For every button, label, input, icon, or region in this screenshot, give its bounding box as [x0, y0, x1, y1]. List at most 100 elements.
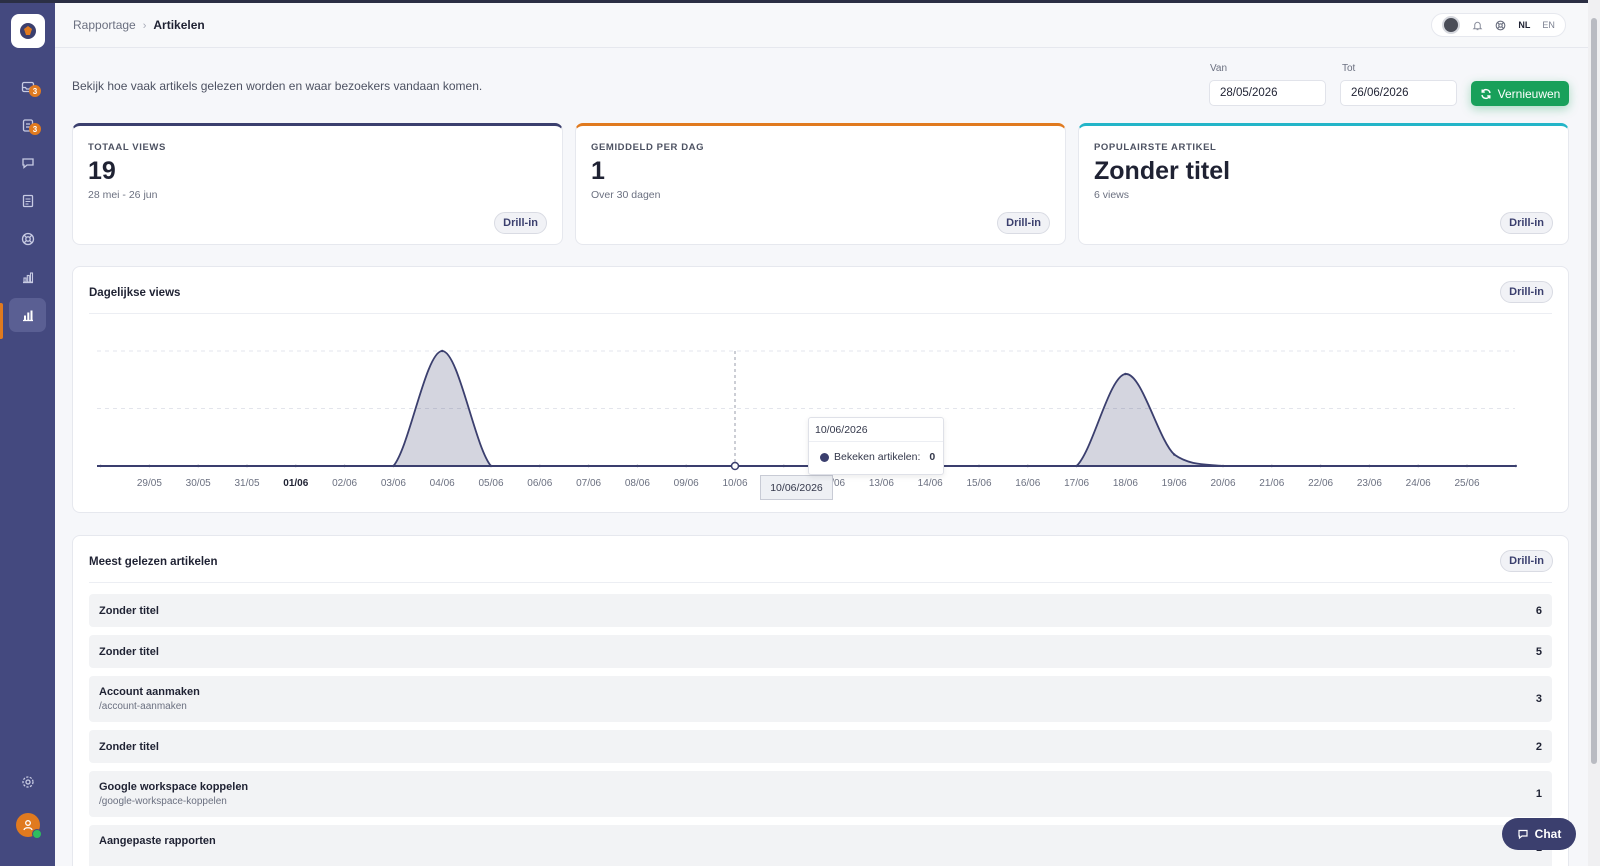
tooltip-title: 10/06/2026: [815, 424, 868, 436]
sidebar-item-tasks[interactable]: 3: [9, 108, 46, 142]
x-tick-label: 19/06: [1162, 478, 1187, 489]
x-tick-label: 05/06: [478, 478, 503, 489]
x-tick-label: 31/05: [234, 478, 259, 489]
drill-in-button[interactable]: Drill-in: [997, 212, 1050, 234]
document-icon: [22, 194, 33, 208]
from-date-input[interactable]: [1209, 80, 1326, 106]
online-status-dot: [32, 829, 42, 839]
tooltip-value: 0: [929, 451, 936, 463]
bell-icon[interactable]: [1472, 20, 1483, 31]
x-tick-label: 20/06: [1210, 478, 1235, 489]
tooltip-row: Bekeken artikelen: 0: [820, 451, 935, 463]
chart-tooltip: 10/06/2026 Bekeken artikelen: 0: [808, 417, 944, 475]
article-title: Zonder titel: [99, 741, 159, 753]
article-count: 5: [1535, 646, 1542, 658]
x-tick-label: 22/06: [1308, 478, 1333, 489]
data-point: [392, 464, 395, 468]
x-tick-label: 17/06: [1064, 478, 1089, 489]
x-tick-label: 08/06: [625, 478, 650, 489]
kpi-card-average-per-day: GEMIDDELD PER DAG 1 Over 30 dagen Drill-…: [575, 123, 1066, 245]
scrollbar-thumb[interactable]: [1591, 18, 1597, 764]
logo-icon: [20, 23, 36, 39]
article-count: 1: [1535, 788, 1542, 800]
language-nl[interactable]: NL: [1518, 20, 1530, 30]
sidebar-item-settings[interactable]: [9, 765, 46, 799]
data-point: [489, 464, 493, 468]
crosshair-axis-label: 10/06/2026: [760, 475, 833, 500]
data-point: [636, 464, 639, 468]
app-logo[interactable]: [11, 14, 45, 48]
data-point: [294, 464, 297, 468]
data-point: [1514, 464, 1518, 468]
data-point: [1173, 453, 1176, 456]
sidebar-item-reports[interactable]: [9, 298, 46, 332]
kpi-label: TOTAAL VIEWS: [88, 142, 166, 153]
data-point: [782, 464, 785, 468]
sidebar-item-support[interactable]: [9, 222, 46, 256]
chat-icon: [1518, 829, 1528, 840]
data-point: [197, 464, 200, 468]
x-tick-label: 03/06: [381, 478, 406, 489]
kpi-label: GEMIDDELD PER DAG: [591, 142, 705, 153]
drill-in-button[interactable]: Drill-in: [1500, 212, 1553, 234]
article-row[interactable]: Zonder titel 6: [89, 594, 1552, 627]
x-tick-label: 15/06: [966, 478, 991, 489]
x-tick-label: 18/06: [1113, 478, 1138, 489]
top-bar: Rapportage › Artikelen NL EN: [55, 3, 1588, 48]
page-description: Bekijk hoe vaak artikels gelezen worden …: [72, 79, 483, 93]
chat-label: Chat: [1534, 827, 1562, 841]
chat-button[interactable]: Chat: [1502, 818, 1576, 850]
to-date-input[interactable]: [1340, 80, 1457, 106]
gear-icon: [21, 776, 34, 788]
breadcrumb-parent[interactable]: Rapportage: [73, 18, 136, 32]
data-point: [1417, 464, 1420, 468]
user-avatar[interactable]: [16, 813, 42, 839]
data-point: [685, 464, 688, 468]
scrollbar[interactable]: [1588, 0, 1600, 866]
sidebar-item-articles[interactable]: [9, 184, 46, 218]
articles-title: Meest gelezen artikelen: [89, 556, 218, 568]
to-label: Tot: [1342, 63, 1356, 74]
article-row[interactable]: Zonder titel 2: [89, 730, 1552, 763]
sidebar-item-inbox[interactable]: 3: [9, 70, 46, 104]
breadcrumb-current: Artikelen: [153, 18, 205, 32]
x-tick-label: 02/06: [332, 478, 357, 489]
lifebuoy-icon[interactable]: [1495, 20, 1506, 31]
divider: [89, 582, 1552, 583]
x-tick-label: 10/06: [722, 478, 747, 489]
data-point: [977, 464, 981, 468]
x-tick-label: 30/05: [186, 478, 211, 489]
kpi-value: 1: [591, 157, 605, 185]
article-count: 2: [1535, 741, 1542, 753]
data-point: [1221, 464, 1225, 468]
kpi-subtitle: Over 30 dagen: [591, 189, 661, 201]
article-row[interactable]: Google workspace koppelen /google-worksp…: [89, 771, 1552, 817]
sidebar-item-messages[interactable]: [9, 146, 46, 180]
data-point: [1124, 372, 1127, 376]
article-row[interactable]: Zonder titel 5: [89, 635, 1552, 668]
hovered-data-point: [730, 461, 740, 471]
article-title: Zonder titel: [99, 605, 159, 617]
drill-in-button[interactable]: Drill-in: [1500, 550, 1553, 572]
data-point: [538, 464, 541, 468]
article-row[interactable]: Account aanmaken /account-aanmaken 3: [89, 676, 1552, 722]
article-row[interactable]: Aangepaste rapporten 1: [89, 825, 1552, 866]
article-title: Zonder titel: [99, 646, 159, 658]
sidebar-item-analytics[interactable]: [9, 260, 46, 294]
x-tick-label: 23/06: [1357, 478, 1382, 489]
x-tick-label: 25/06: [1454, 478, 1479, 489]
x-tick-label: 24/06: [1406, 478, 1431, 489]
language-en[interactable]: EN: [1542, 20, 1555, 30]
drill-in-button[interactable]: Drill-in: [494, 212, 547, 234]
data-point: [343, 464, 346, 468]
data-point: [1465, 464, 1469, 468]
data-point: [245, 464, 249, 468]
article-path: /account-aanmaken: [99, 701, 187, 712]
x-tick-label: 16/06: [1015, 478, 1040, 489]
refresh-button[interactable]: Vernieuwen: [1471, 81, 1569, 106]
chat-bubble-icon: [21, 158, 34, 169]
data-point: [1075, 464, 1078, 468]
x-tick-label: 21/06: [1259, 478, 1284, 489]
theme-toggle[interactable]: [1442, 16, 1461, 34]
refresh-label: Vernieuwen: [1497, 86, 1561, 101]
